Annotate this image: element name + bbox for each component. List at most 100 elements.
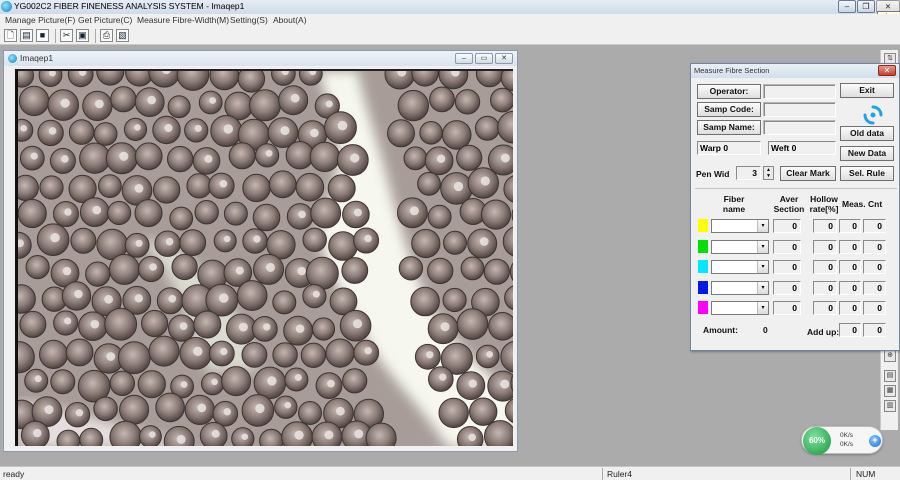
menu-manage-picture[interactable]: Manage Picture(F) [5, 15, 75, 25]
pen-wid-label: Pen Wid [696, 169, 730, 179]
tools-icon[interactable]: ✂ [60, 29, 73, 42]
fiber-name-select[interactable]: ▾ [711, 260, 769, 274]
chevron-down-icon[interactable]: ▾ [757, 281, 768, 294]
new-data-button[interactable]: New Data [840, 146, 894, 161]
fiber-highlight [74, 289, 83, 299]
image-close-button[interactable]: ✕ [495, 53, 513, 64]
exit-button[interactable]: Exit [840, 83, 894, 98]
divider [695, 188, 897, 189]
sel-rule-button[interactable]: Sel. Rule [840, 166, 894, 181]
pen-wid-input[interactable]: 3 [736, 166, 761, 180]
print-preview-icon[interactable]: ▧ [116, 29, 129, 42]
fiber-highlight [297, 266, 307, 276]
fiber-cross-section [341, 257, 369, 284]
fiber-cross-section [134, 199, 163, 228]
meas-cnt-total: 0 [863, 301, 886, 315]
microscope-image[interactable] [15, 69, 513, 446]
fiber-name-select[interactable]: ▾ [711, 280, 769, 295]
fiber-cross-section [104, 307, 138, 341]
minimize-button[interactable]: – [838, 0, 856, 13]
fiber-highlight [60, 98, 70, 108]
fiber-highlight [235, 266, 244, 275]
fiber-cross-section [119, 394, 150, 425]
chevron-down-icon[interactable]: ▾ [757, 261, 768, 273]
weft-value: 0 [791, 143, 797, 153]
fiber-name-select[interactable]: ▾ [711, 219, 769, 233]
fiber-name-select[interactable]: ▾ [711, 301, 769, 315]
menu-setting[interactable]: Setting(S) [230, 15, 268, 25]
image-window: Imaqep1 – ▭ ✕ [3, 50, 518, 452]
samp-code-button[interactable]: Samp Code: [697, 102, 761, 117]
calibrate-tool-icon[interactable]: ▥ [884, 400, 896, 412]
save-icon[interactable]: ■ [36, 29, 49, 42]
old-data-button[interactable]: Old data [840, 126, 894, 141]
amount-label: Amount: [703, 325, 738, 335]
meas-cnt-value: 0 [839, 219, 861, 233]
fiber-cross-section [387, 119, 415, 148]
samp-name-button[interactable]: Samp Name: [697, 120, 761, 135]
menu-measure-fibre-width[interactable]: Measure Fibre-Width(M) [137, 15, 229, 25]
fiber-highlight [500, 379, 510, 389]
samp-code-field[interactable] [763, 102, 836, 117]
net-speed-widget[interactable]: 60% 0K/s 0K/s + [801, 426, 883, 455]
hollow-rate-value: 0 [813, 301, 837, 315]
measure-tool-icon[interactable]: ⊕ [884, 350, 896, 362]
open-folder-icon[interactable]: ▤ [20, 29, 33, 42]
fiber-cross-section [186, 173, 212, 199]
aver-section-value: 0 [773, 301, 801, 315]
select-tool-icon[interactable]: ▤ [884, 370, 896, 382]
fiber-cross-section [85, 261, 111, 287]
clear-mark-button[interactable]: Clear Mark [780, 166, 836, 181]
fiber-name-header: Fiber name [722, 194, 746, 214]
image-minimize-button[interactable]: – [455, 53, 473, 64]
fiber-cross-section [241, 342, 268, 368]
fiber-cross-section [441, 120, 472, 150]
pen-wid-spinner[interactable]: ▲ ▼ [763, 166, 774, 180]
fiber-highlight [280, 126, 290, 136]
image-window-titlebar[interactable]: Imaqep1 – ▭ ✕ [4, 51, 517, 66]
capture-icon[interactable]: ▣ [76, 29, 89, 42]
menu-about[interactable]: About(A) [273, 15, 307, 25]
add-icon[interactable]: + [869, 435, 881, 447]
fiber-cross-section [221, 366, 252, 397]
chevron-down-icon[interactable]: ▾ [757, 302, 768, 314]
fiber-cross-section [454, 89, 481, 115]
meas-cnt-total: 0 [863, 260, 886, 274]
fiber-cross-section [179, 229, 207, 257]
fiber-highlight [149, 263, 157, 271]
fiber-highlight [468, 433, 477, 442]
fiber-cross-section [342, 368, 368, 394]
ruler-indicator: Ruler4 [607, 469, 633, 479]
menu-get-picture[interactable]: Get Picture(C) [78, 15, 132, 25]
fiber-highlight [135, 239, 143, 247]
fiber-cross-section [474, 115, 500, 141]
add-up-value-2: 0 [863, 323, 886, 337]
weft-box: Weft 0 [768, 141, 836, 155]
dialog-close-button[interactable]: ✕ [878, 65, 896, 76]
new-file-icon[interactable]: 🗋 [4, 29, 17, 42]
samp-name-field[interactable] [763, 120, 836, 135]
fiber-cross-section [403, 146, 428, 171]
operator-button[interactable]: Operator: [697, 84, 761, 99]
dialog-titlebar[interactable]: Measure Fibre Section ✕ [691, 64, 899, 78]
chevron-down-icon[interactable]: ▾ [757, 220, 768, 232]
fiber-row: ▾ 0 0 0 0 [691, 260, 899, 276]
restore-button[interactable]: ❐ [857, 0, 875, 13]
meas-cnt-value: 0 [839, 280, 861, 295]
fiber-cross-section [438, 397, 469, 429]
status-bar: ready Ruler4 NUM [0, 466, 900, 480]
zoom-tool-icon[interactable]: ▦ [884, 385, 896, 397]
fiber-name-select[interactable]: ▾ [711, 239, 769, 254]
fiber-highlight [364, 347, 372, 355]
fiber-highlight [284, 401, 292, 409]
fiber-highlight [164, 123, 173, 133]
warp-value: 0 [723, 143, 729, 153]
image-restore-button[interactable]: ▭ [475, 53, 493, 64]
fiber-highlight [294, 374, 302, 381]
fiber-color-swatch [698, 280, 708, 294]
print-icon[interactable]: ⎙ [100, 29, 113, 42]
hollow-rate-value: 0 [813, 239, 837, 254]
fiber-cross-section [148, 335, 180, 367]
chevron-down-icon[interactable]: ▾ [757, 240, 768, 253]
operator-field[interactable] [763, 84, 836, 99]
